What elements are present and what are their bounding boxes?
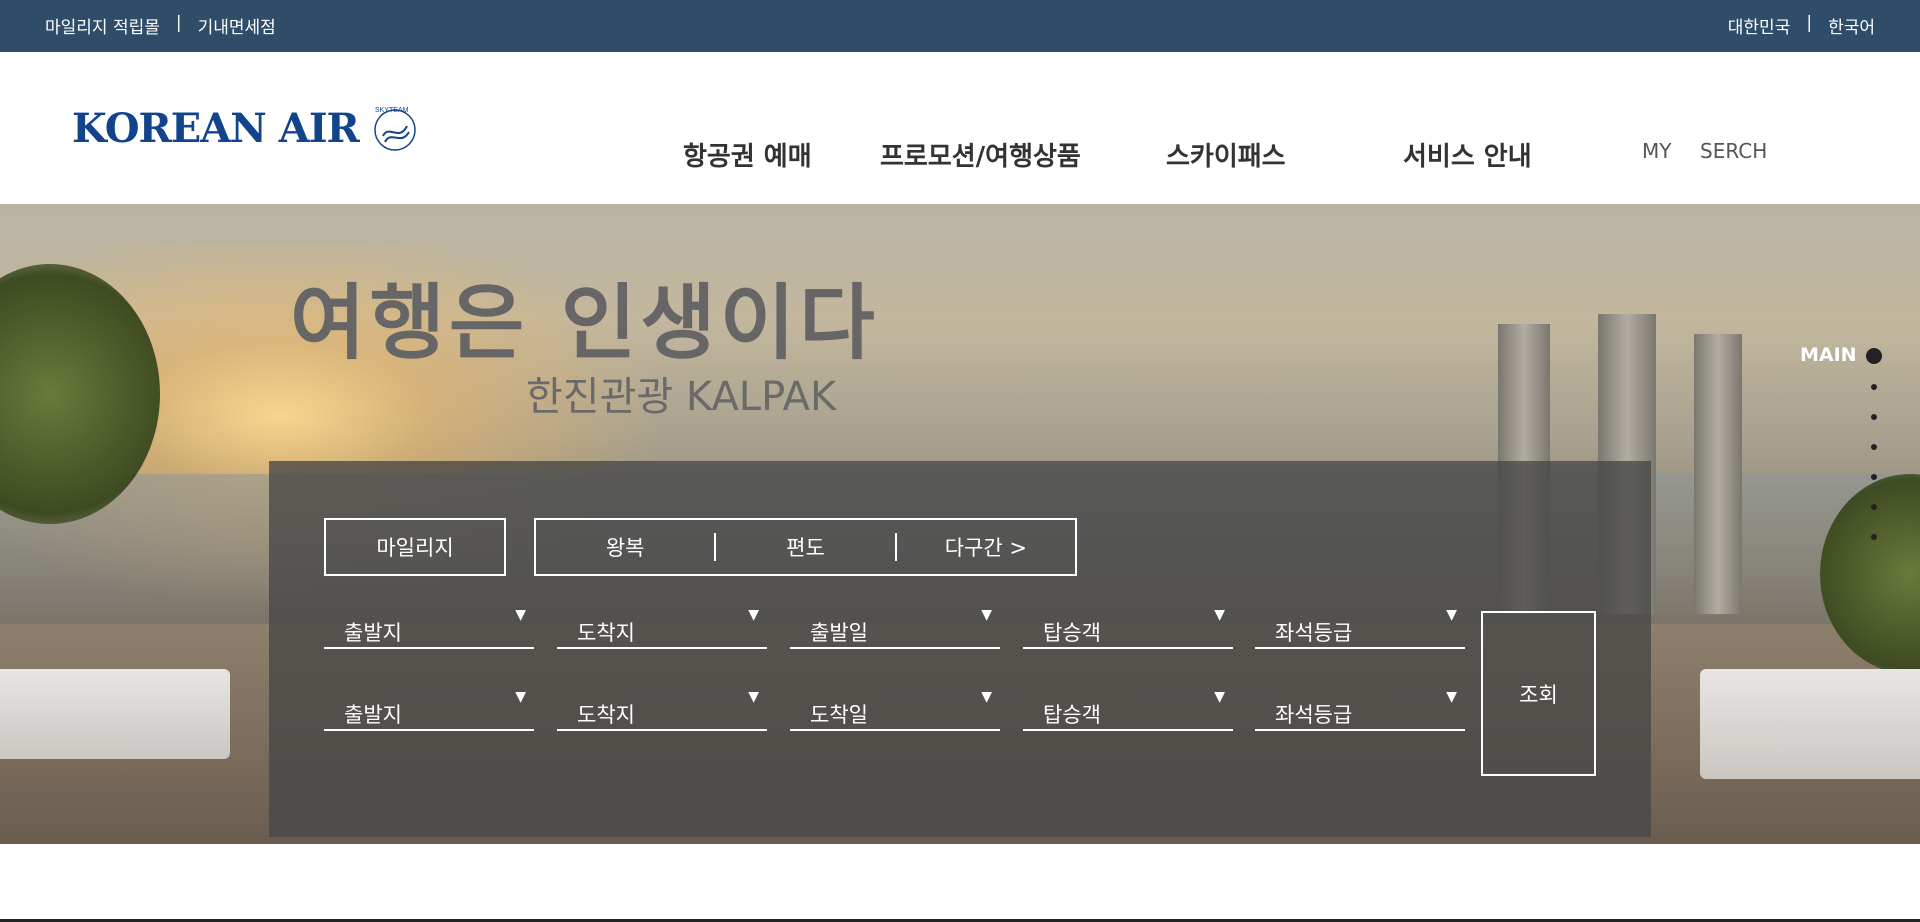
field-label: 좌석등급 — [1275, 703, 1353, 727]
arrival-select[interactable]: 도착지 ▼ — [557, 607, 767, 649]
skyteam-icon: SKYTEAM — [374, 107, 416, 151]
topbar-right-links: 대한민국 | 한국어 — [1728, 13, 1875, 38]
multi-city-tab[interactable]: 다구간 > — [897, 520, 1075, 574]
caret-down-icon: ▼ — [515, 689, 526, 705]
topbar-separator: | — [175, 13, 182, 33]
pager-label: MAIN — [1800, 344, 1857, 366]
duty-free-link[interactable]: 기내면세점 — [198, 13, 276, 38]
nav-service[interactable]: 서비스 안내 — [1403, 136, 1532, 173]
pager-dot[interactable] — [1871, 384, 1877, 390]
caret-down-icon: ▼ — [748, 689, 759, 705]
nav-booking[interactable]: 항공권 예매 — [683, 136, 812, 173]
departure-select[interactable]: 출발지 ▼ — [324, 607, 534, 649]
round-trip-tab[interactable]: 왕복 — [536, 520, 714, 574]
mileage-mall-link[interactable]: 마일리지 적립몰 — [45, 13, 160, 38]
hero-lounger — [1700, 669, 1920, 779]
site-header: KOREAN AIR SKYTEAM 항공권 예매 프로모션/여행상품 스카이패… — [0, 52, 1920, 204]
flight-search-panel: 마일리지 왕복 편도 다구간 > 출발지 ▼ 도착지 ▼ 출발일 ▼ 탑승객 ▼… — [269, 461, 1651, 837]
logo-wordmark: KOREAN AIR — [72, 104, 360, 152]
seat-class-select[interactable]: 좌석등급 ▼ — [1255, 607, 1465, 649]
pager-dot[interactable] — [1871, 474, 1877, 480]
mileage-tab[interactable]: 마일리지 — [324, 518, 506, 576]
field-label: 탑승객 — [1043, 621, 1101, 645]
korean-air-logo[interactable]: KOREAN AIR SKYTEAM — [72, 102, 421, 154]
hero-lounger — [0, 669, 230, 759]
caret-down-icon: ▼ — [1214, 607, 1225, 623]
search-submit-button[interactable]: 조회 — [1481, 611, 1596, 776]
pager-dot[interactable] — [1871, 444, 1877, 450]
arrival-date-select[interactable]: 도착일 ▼ — [790, 689, 1000, 731]
nav-skypass[interactable]: 스카이패스 — [1166, 136, 1286, 173]
caret-down-icon: ▼ — [981, 607, 992, 623]
return-departure-select[interactable]: 출발지 ▼ — [324, 689, 534, 731]
caret-down-icon: ▼ — [1446, 607, 1457, 623]
field-label: 도착지 — [577, 703, 635, 727]
field-label: 좌석등급 — [1275, 621, 1353, 645]
return-arrival-select[interactable]: 도착지 ▼ — [557, 689, 767, 731]
top-utility-bar: 마일리지 적립몰 | 기내면세점 대한민국 | 한국어 — [0, 0, 1920, 52]
return-seat-class-select[interactable]: 좌석등급 ▼ — [1255, 689, 1465, 731]
my-link[interactable]: MY — [1642, 139, 1671, 163]
topbar-left-links: 마일리지 적립몰 | 기내면세점 — [45, 13, 276, 38]
return-passengers-select[interactable]: 탑승객 ▼ — [1023, 689, 1233, 731]
search-link[interactable]: SERCH — [1700, 139, 1767, 163]
pager-dot[interactable] — [1871, 504, 1877, 510]
departure-date-select[interactable]: 출발일 ▼ — [790, 607, 1000, 649]
field-label: 도착지 — [577, 621, 635, 645]
pager-dot[interactable] — [1871, 534, 1877, 540]
skyteam-text: SKYTEAM — [375, 107, 409, 114]
country-selector[interactable]: 대한민국 — [1728, 13, 1791, 38]
caret-down-icon: ▼ — [515, 607, 526, 623]
caret-down-icon: ▼ — [748, 607, 759, 623]
pager-dot[interactable] — [1871, 414, 1877, 420]
trip-type-group: 왕복 편도 다구간 > — [534, 518, 1077, 576]
topbar-separator: | — [1806, 13, 1813, 33]
hero-subtitle: 한진관광 KALPAK — [526, 374, 837, 420]
hero-title: 여행은 인생이다 — [290, 276, 879, 371]
pager-dot-active[interactable] — [1866, 348, 1882, 364]
field-label: 출발지 — [344, 703, 402, 727]
caret-down-icon: ▼ — [1214, 689, 1225, 705]
hero-pillar — [1694, 334, 1742, 614]
field-label: 탑승객 — [1043, 703, 1101, 727]
field-label: 도착일 — [810, 703, 868, 727]
nav-promotion[interactable]: 프로모션/여행상품 — [880, 136, 1081, 173]
caret-down-icon: ▼ — [1446, 689, 1457, 705]
passengers-select[interactable]: 탑승객 ▼ — [1023, 607, 1233, 649]
field-label: 출발일 — [810, 621, 868, 645]
language-selector[interactable]: 한국어 — [1828, 13, 1875, 38]
one-way-tab[interactable]: 편도 — [716, 520, 894, 574]
caret-down-icon: ▼ — [981, 689, 992, 705]
field-label: 출발지 — [344, 621, 402, 645]
